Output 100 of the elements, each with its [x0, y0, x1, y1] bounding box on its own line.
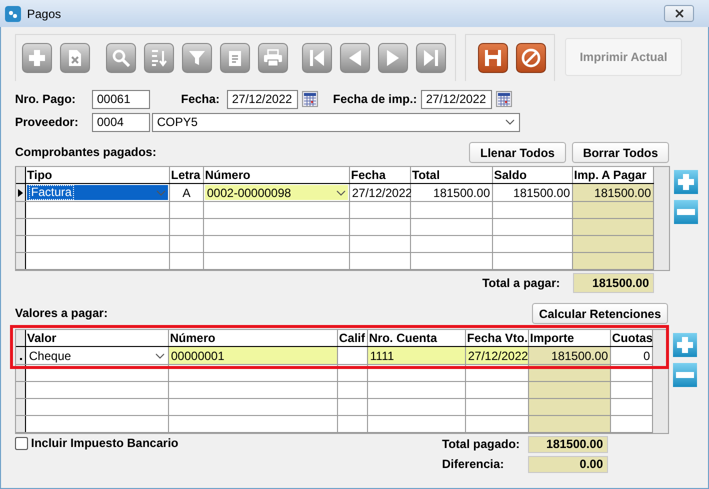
- dropdown-caret-icon[interactable]: [505, 119, 515, 125]
- minus-icon: [676, 372, 694, 378]
- cancel-icon: [521, 48, 541, 68]
- close-button[interactable]: [664, 5, 694, 22]
- column-header[interactable]: Imp. A Pagar: [573, 167, 654, 183]
- column-header[interactable]: Saldo: [493, 167, 573, 183]
- document-icon: [67, 49, 83, 67]
- table-cell[interactable]: [529, 416, 611, 432]
- table-cell[interactable]: [529, 382, 611, 398]
- toolbar-button[interactable]: [106, 43, 136, 73]
- table-cell[interactable]: 27/12/2022: [466, 347, 529, 364]
- minus-icon: [677, 209, 695, 215]
- total-label: Total pagado:: [442, 436, 521, 453]
- section-title: Valores a pagar:: [15, 305, 108, 322]
- checkbox[interactable]: Incluir Impuesto Bancario: [15, 435, 178, 451]
- column-header[interactable]: Fecha: [350, 167, 411, 183]
- total-value: 181500.00: [573, 273, 654, 293]
- add-row-button[interactable]: [673, 333, 697, 357]
- remove-row-button[interactable]: [674, 200, 698, 224]
- table-cell[interactable]: [573, 219, 654, 235]
- dropdown-field[interactable]: COPY5: [152, 112, 520, 132]
- plus-icon: [28, 49, 46, 67]
- date-field[interactable]: 27/12/2022: [421, 90, 492, 108]
- toolbar-button[interactable]: [416, 43, 446, 73]
- window-title: Pagos: [27, 6, 62, 22]
- table-cell[interactable]: [573, 253, 654, 269]
- table-cell[interactable]: [529, 399, 611, 415]
- row-header[interactable]: [16, 219, 26, 235]
- row-header[interactable]: [16, 202, 26, 218]
- row-header[interactable]: [16, 253, 26, 269]
- total-label: Total a pagar:: [482, 275, 560, 292]
- toolbar-button[interactable]: [478, 43, 508, 73]
- toolbar-button[interactable]: [220, 43, 250, 73]
- date-field[interactable]: 27/12/2022: [227, 90, 298, 108]
- table-cell[interactable]: 1111: [368, 347, 466, 364]
- input-field[interactable]: 0004: [92, 112, 150, 132]
- row-indicator[interactable]: [16, 184, 26, 201]
- dropdown-caret-icon[interactable]: [336, 190, 346, 196]
- table-cell[interactable]: 27/12/2022: [350, 184, 411, 201]
- row-header[interactable]: [16, 416, 26, 432]
- section-title: Comprobantes pagados:: [15, 144, 156, 161]
- column-header[interactable]: Nro. Cuenta: [368, 330, 466, 346]
- column-header[interactable]: Letra: [170, 167, 204, 183]
- plus-icon: [676, 336, 694, 354]
- table-cell[interactable]: 181500.00: [529, 347, 611, 364]
- table-cell[interactable]: [573, 202, 654, 218]
- column-header[interactable]: Total: [411, 167, 493, 183]
- save-icon: [484, 49, 502, 67]
- field-label: Fecha de imp.:: [333, 91, 418, 108]
- search-icon: [112, 49, 130, 67]
- toolbar-button[interactable]: [516, 43, 546, 73]
- toolbar-button[interactable]: [182, 43, 212, 73]
- table-cell[interactable]: 0002-00000098: [204, 184, 350, 201]
- dropdown-caret-icon[interactable]: [155, 352, 165, 358]
- last-record-icon: [422, 49, 440, 67]
- calendar-icon[interactable]: [302, 91, 318, 107]
- toolbar-button[interactable]: [340, 43, 370, 73]
- toolbar-button[interactable]: [302, 43, 332, 73]
- toolbar-button[interactable]: [378, 43, 408, 73]
- field-label: Fecha:: [181, 91, 221, 108]
- column-header[interactable]: Calif: [338, 330, 368, 346]
- action-button[interactable]: Llenar Todos: [469, 142, 566, 163]
- column-header[interactable]: Número: [204, 167, 350, 183]
- sort-icon: [150, 49, 168, 67]
- column-header[interactable]: Número: [169, 330, 338, 346]
- total-value: 181500.00: [528, 436, 608, 452]
- row-indicator[interactable]: [16, 347, 26, 364]
- table-cell[interactable]: 181500.00: [573, 184, 654, 201]
- row-header[interactable]: [16, 399, 26, 415]
- clipboard-icon: [227, 49, 243, 67]
- action-button[interactable]: Borrar Todos: [572, 142, 669, 163]
- total-value: 0.00: [528, 456, 608, 472]
- input-field[interactable]: 00061: [92, 90, 150, 108]
- row-header[interactable]: [16, 236, 26, 252]
- printer-icon: [263, 49, 283, 67]
- total-label: Diferencia:: [442, 456, 506, 473]
- table-cell[interactable]: 181500.00: [411, 184, 493, 201]
- toolbar-button[interactable]: [60, 43, 90, 73]
- close-icon: [674, 9, 684, 18]
- field-label: Nro. Pago:: [15, 91, 77, 108]
- column-header[interactable]: Valor: [26, 330, 169, 346]
- add-row-button[interactable]: [674, 170, 698, 194]
- column-header[interactable]: Importe: [529, 330, 611, 346]
- toolbar-button[interactable]: [22, 43, 52, 73]
- row-header[interactable]: [16, 382, 26, 398]
- column-header[interactable]: Tipo: [26, 167, 170, 183]
- table-cell[interactable]: 00000001: [169, 347, 338, 364]
- calendar-icon[interactable]: [496, 91, 512, 107]
- field-label: Proveedor:: [15, 114, 80, 131]
- toolbar-button[interactable]: [258, 43, 288, 73]
- table-cell[interactable]: Factura: [26, 184, 170, 201]
- remove-row-button[interactable]: [673, 363, 697, 387]
- column-header[interactable]: Cuotas: [611, 330, 653, 346]
- action-button[interactable]: Calcular Retenciones: [532, 303, 668, 324]
- app-icon: [5, 6, 21, 22]
- filter-icon: [188, 49, 206, 67]
- toolbar-button[interactable]: [144, 43, 174, 73]
- table-cell[interactable]: [573, 236, 654, 252]
- column-header[interactable]: Fecha Vto.: [466, 330, 529, 346]
- first-record-icon: [308, 49, 326, 67]
